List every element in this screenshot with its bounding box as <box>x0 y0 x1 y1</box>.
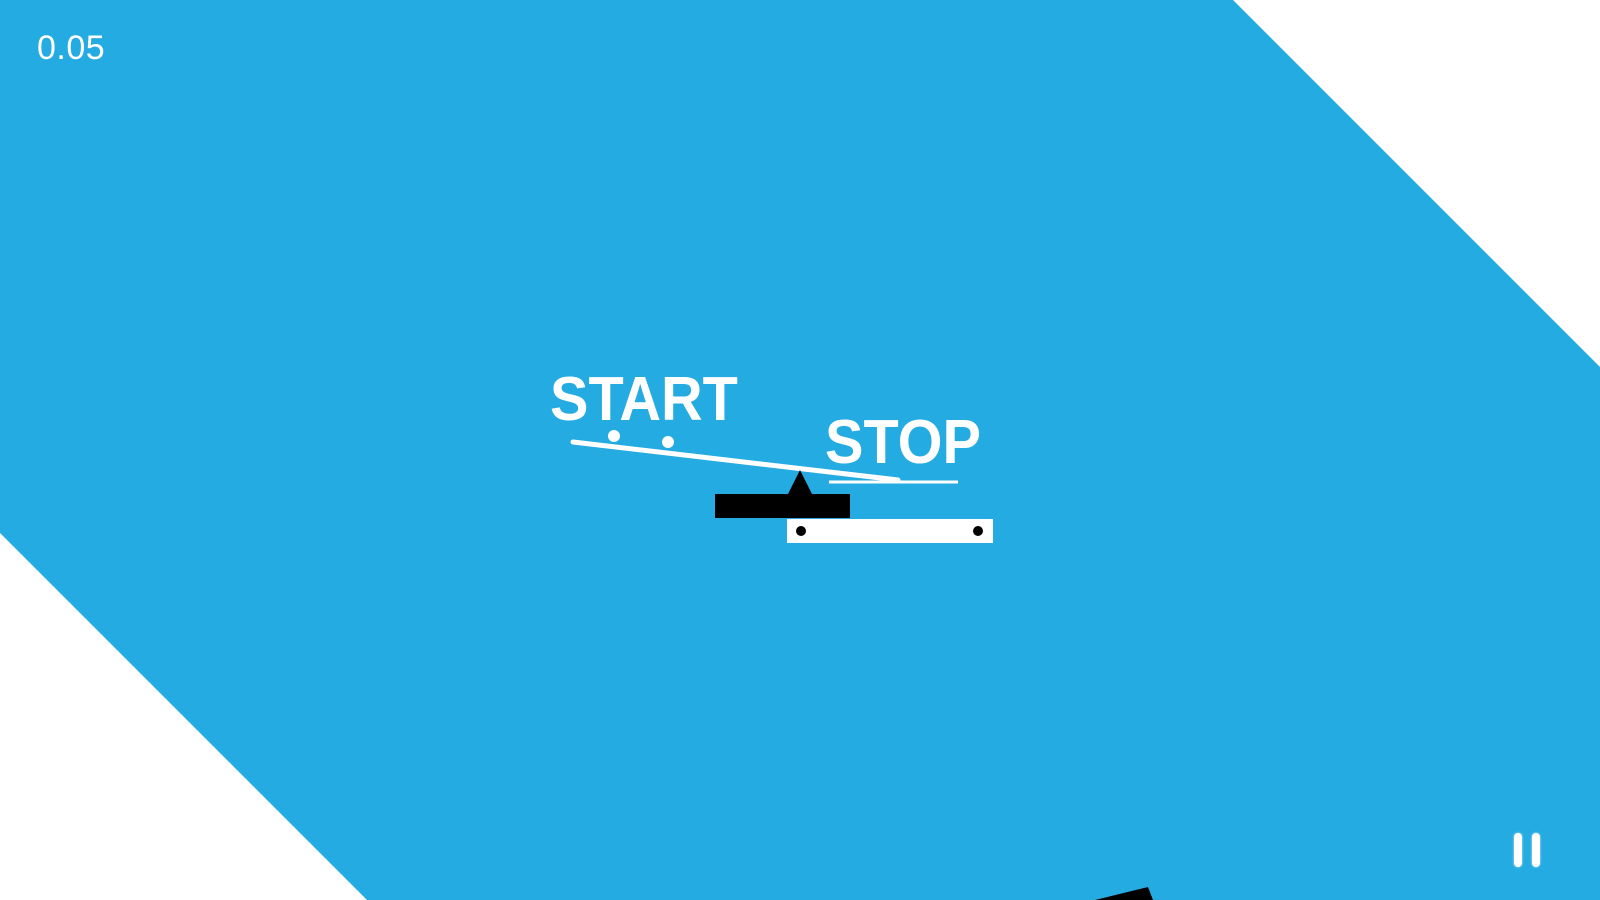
stop-word: STOP <box>825 408 981 477</box>
game-stage[interactable]: 0.05 START STOP <box>0 0 1600 900</box>
game-scene <box>0 0 1600 900</box>
platform-bolt <box>796 526 806 536</box>
black-block <box>715 494 850 518</box>
white-platform <box>787 519 993 543</box>
pause-button[interactable] <box>1510 829 1550 875</box>
platform-bolt <box>973 526 983 536</box>
ball <box>662 436 674 448</box>
timer-display: 0.05 <box>37 29 106 67</box>
sky-band <box>0 0 1600 900</box>
pause-bar-right <box>1532 833 1540 867</box>
pause-bar-left <box>1514 833 1522 867</box>
start-word: START <box>550 365 738 434</box>
